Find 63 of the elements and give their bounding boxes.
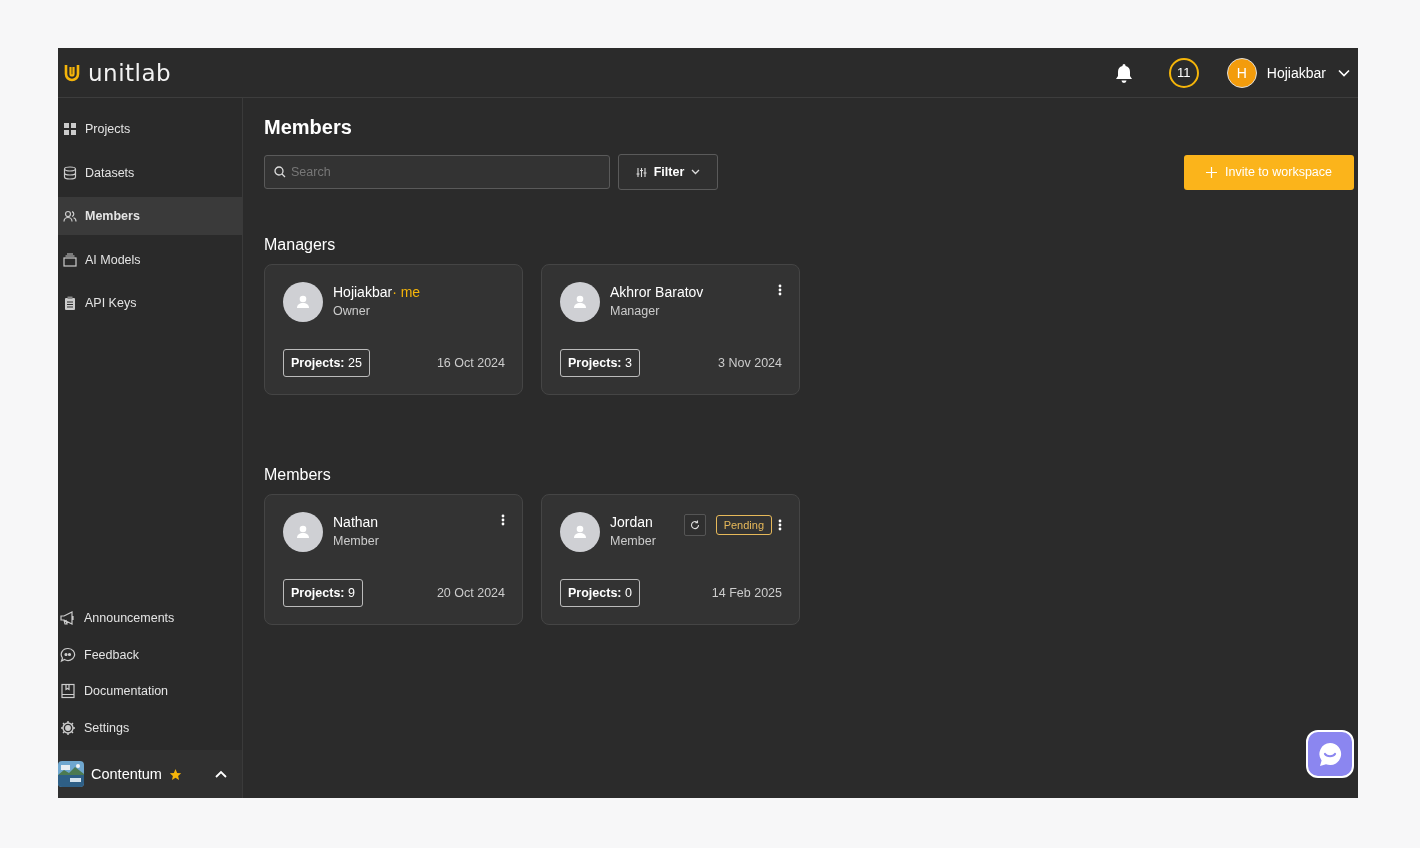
search-field[interactable]: Search: [264, 155, 610, 189]
section-title: Managers: [264, 236, 337, 254]
refresh-icon: [689, 520, 700, 530]
chevron-down-icon: [691, 169, 701, 175]
clipboard-icon: [63, 296, 77, 310]
plus-icon: [1206, 166, 1217, 178]
page-title: Members: [264, 116, 353, 139]
sidebar-link[interactable]: Feedback: [58, 636, 242, 673]
workspace-switcher[interactable]: Contentum: [58, 750, 242, 798]
stack-icon: [63, 252, 77, 267]
sidebar-link[interactable]: Settings: [58, 709, 242, 746]
joined-date: 3 Nov 2024: [718, 356, 782, 370]
sidebar-item[interactable]: AI Models: [58, 240, 242, 279]
sidebar-item[interactable]: Projects: [58, 110, 242, 148]
chat-icon: [60, 646, 76, 663]
resend-button[interactable]: [683, 514, 706, 536]
credit-counter[interactable]: 11: [1168, 57, 1199, 88]
more-icon[interactable]: [778, 519, 782, 531]
chevron-down-icon[interactable]: [1338, 68, 1350, 77]
bell-icon[interactable]: [1114, 62, 1133, 83]
member-name: Hojiakbar· me: [333, 284, 422, 300]
member-role: Owner: [333, 304, 371, 318]
workspace-name: Contentum: [91, 766, 162, 782]
member-role: Member: [610, 534, 657, 548]
member-name: Nathan: [333, 514, 380, 530]
database-icon: [63, 165, 77, 180]
more-icon[interactable]: [778, 284, 782, 296]
chevron-up-icon: [215, 770, 227, 778]
users-icon: [63, 209, 77, 223]
user-name[interactable]: Hojiakbar: [1266, 64, 1326, 81]
sidebar-link[interactable]: Announcements: [58, 600, 242, 637]
chat-button[interactable]: [1306, 730, 1354, 778]
more-icon[interactable]: [501, 514, 505, 526]
filter-button[interactable]: Filter: [618, 154, 718, 190]
joined-date: 16 Oct 2024: [436, 356, 505, 370]
avatar-icon: [283, 512, 323, 552]
member-role: Manager: [610, 304, 661, 318]
sidebar-item[interactable]: API Keys: [58, 284, 242, 322]
book-icon: [60, 683, 76, 700]
joined-date: 14 Feb 2025: [711, 586, 782, 600]
member-name: Jordan: [610, 514, 654, 530]
status-badge: Pending: [715, 515, 772, 535]
section-title: Members: [264, 466, 332, 484]
avatar-icon: [560, 282, 600, 322]
projects-count: Projects: 0: [560, 579, 640, 607]
sliders-icon: [635, 166, 647, 178]
projects-count: Projects: 25: [283, 349, 370, 377]
chat-bubble-icon: [1316, 740, 1344, 768]
sidebar-item[interactable]: Members: [58, 197, 242, 235]
sidebar-item[interactable]: Datasets: [58, 153, 242, 192]
joined-date: 20 Oct 2024: [436, 586, 505, 600]
gear-icon: [60, 719, 76, 736]
sidebar-link[interactable]: Documentation: [58, 673, 242, 710]
avatar-icon: [283, 282, 323, 322]
projects-count: Projects: 3: [560, 349, 640, 377]
avatar-icon: [560, 512, 600, 552]
grid-icon: [63, 122, 77, 136]
member-role: Member: [333, 534, 380, 548]
search-icon: [274, 166, 286, 178]
projects-count: Projects: 9: [283, 579, 363, 607]
member-name: Akhror Baratov: [610, 284, 705, 300]
logo-text: unitlab: [88, 59, 172, 86]
megaphone-icon: [60, 610, 76, 627]
